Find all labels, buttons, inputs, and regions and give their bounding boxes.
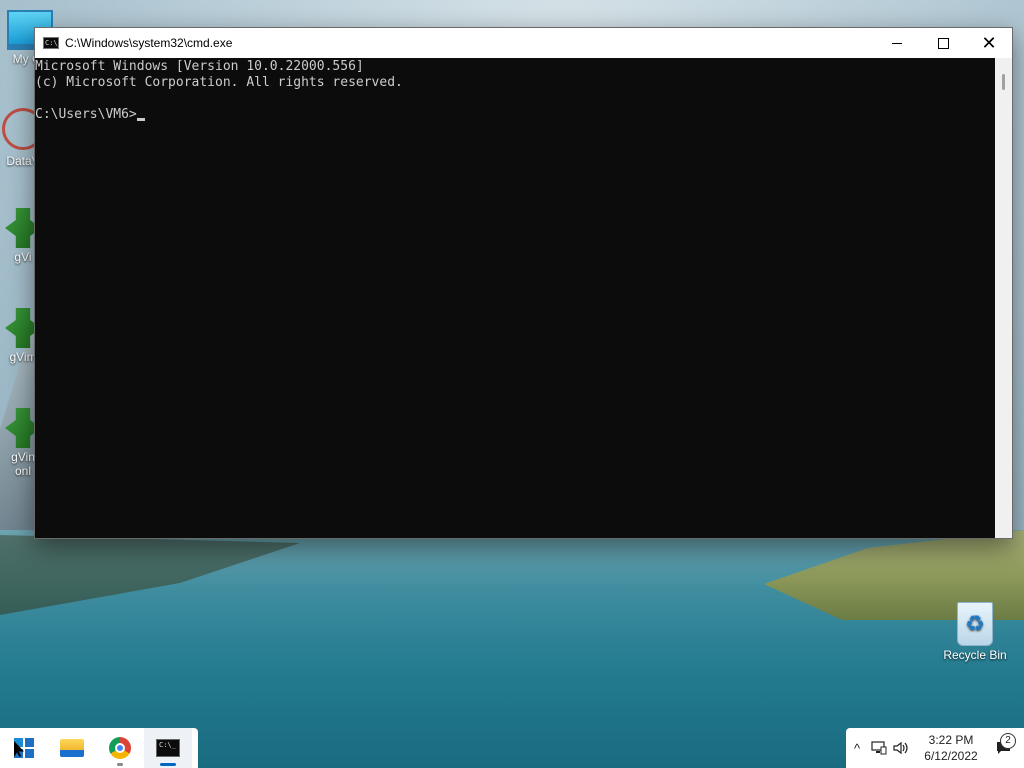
- console-prompt: C:\Users\VM6>: [35, 107, 137, 122]
- console-prompt-line[interactable]: C:\Users\VM6>: [35, 107, 995, 123]
- scrollbar-thumb[interactable]: [1002, 74, 1005, 90]
- volume-icon: [893, 741, 908, 755]
- clock[interactable]: 3:22 PM 6/12/2022: [912, 732, 990, 764]
- text-cursor: [136, 118, 145, 121]
- start-button[interactable]: [0, 728, 48, 768]
- active-indicator: [160, 763, 176, 766]
- cmd-window[interactable]: C:\_ C:\Windows\system32\cmd.exe ✕ Micro…: [34, 27, 1013, 539]
- system-tray: ^ 3:22 PM 6/12/2022 2: [846, 728, 1024, 768]
- running-indicator: [117, 763, 123, 766]
- clock-time: 3:22 PM: [928, 733, 974, 747]
- chrome-icon: [109, 737, 131, 759]
- cmd-icon: C:\_: [43, 37, 62, 49]
- console-line: (c) Microsoft Corporation. All rights re…: [35, 75, 403, 90]
- notification-button[interactable]: 2: [990, 733, 1018, 755]
- desktop-icon-label: Recycle Bin: [943, 648, 1007, 662]
- chevron-up-icon: ^: [853, 740, 861, 756]
- notification-count-badge: 2: [1000, 733, 1016, 749]
- close-icon: ✕: [981, 32, 997, 53]
- maximize-button[interactable]: [920, 28, 966, 58]
- window-controls: ✕: [874, 28, 1012, 58]
- taskbar-chrome[interactable]: [96, 728, 144, 768]
- window-title: C:\Windows\system32\cmd.exe: [65, 36, 233, 50]
- network-button[interactable]: [868, 728, 890, 768]
- show-hidden-icons-button[interactable]: ^: [846, 728, 868, 768]
- folder-icon: [60, 739, 84, 757]
- taskbar-apps: C:\_: [0, 728, 198, 768]
- desktop-icon-recycle-bin[interactable]: ♻ Recycle Bin: [938, 602, 1012, 662]
- window-titlebar[interactable]: C:\_ C:\Windows\system32\cmd.exe ✕: [35, 28, 1012, 58]
- minimize-button[interactable]: [874, 28, 920, 58]
- console-line: Microsoft Windows [Version 10.0.22000.55…: [35, 59, 364, 74]
- taskbar-command-prompt[interactable]: C:\_: [144, 728, 192, 768]
- clock-date: 6/12/2022: [924, 749, 978, 763]
- console-output[interactable]: Microsoft Windows [Version 10.0.22000.55…: [35, 58, 995, 539]
- vertical-scrollbar[interactable]: [995, 58, 1012, 538]
- network-icon: [871, 741, 887, 755]
- taskbar-file-explorer[interactable]: [48, 728, 96, 768]
- close-button[interactable]: ✕: [966, 28, 1012, 58]
- recycle-bin-icon: ♻: [957, 602, 993, 646]
- volume-button[interactable]: [890, 728, 912, 768]
- cmd-icon: C:\_: [156, 739, 180, 757]
